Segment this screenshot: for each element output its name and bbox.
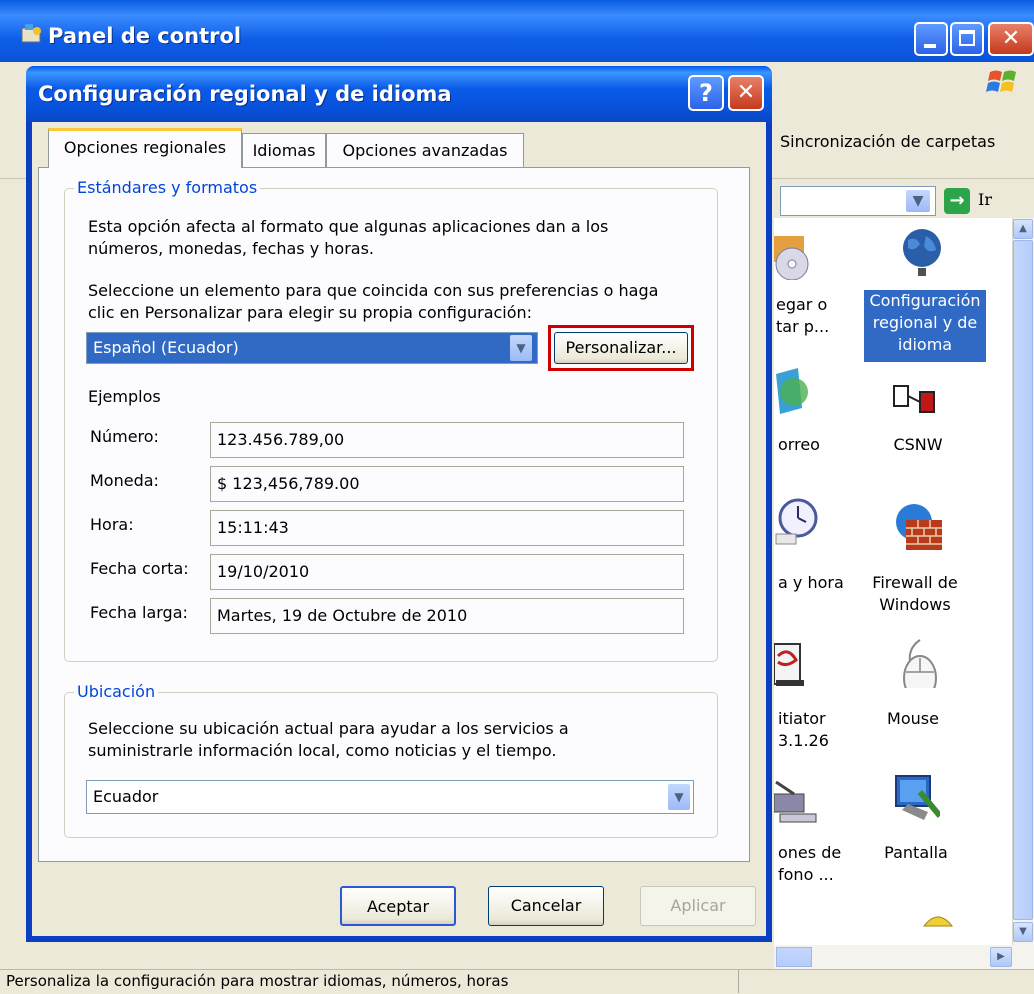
example-value-time: 15:11:43 — [210, 510, 684, 546]
dialog-title: Configuración regional y de idioma — [38, 82, 452, 106]
select-instructions: Seleccione un elemento para que coincida… — [88, 280, 712, 324]
horizontal-scrollbar-thumb[interactable] — [776, 947, 812, 967]
cp-item-label[interactable]: Firewall de Windows — [870, 572, 960, 616]
dialog-close-button[interactable]: ✕ — [728, 75, 764, 111]
chevron-down-icon[interactable]: ▼ — [510, 335, 532, 361]
example-value-long-date: Martes, 19 de Octubre de 2010 — [210, 598, 684, 634]
display-icon[interactable] — [890, 772, 940, 822]
go-arrow-icon[interactable]: → — [944, 188, 970, 214]
firewall-icon[interactable] — [892, 500, 942, 550]
example-label-long-date: Fecha larga: — [90, 603, 188, 622]
example-label-short-date: Fecha corta: — [90, 559, 189, 578]
description-line: Esta opción afecta al formato que alguna… — [88, 217, 609, 236]
cp-item-label[interactable]: orreo — [778, 434, 820, 456]
location-select-value: Ecuador — [93, 787, 159, 806]
maximize-icon — [959, 30, 975, 46]
cp-item-label-line: idioma — [897, 335, 953, 354]
scroll-right-button[interactable]: ▶ — [990, 947, 1012, 967]
add-remove-programs-icon[interactable] — [774, 230, 824, 280]
description-line: suministrarle información local, como no… — [88, 741, 557, 760]
example-value-short-date: 19/10/2010 — [210, 554, 684, 590]
scrollbar-thumb[interactable] — [1013, 240, 1033, 920]
globe-icon[interactable] — [898, 226, 948, 276]
network-icon[interactable] — [892, 382, 942, 432]
description-line: números, monedas, fechas y horas. — [88, 239, 374, 258]
tab-advanced-options[interactable]: Opciones avanzadas — [326, 133, 524, 167]
status-text: Personaliza la configuración para mostra… — [6, 972, 509, 990]
close-icon: ✕ — [1001, 26, 1021, 51]
go-button-label[interactable]: Ir — [978, 190, 992, 209]
mouse-icon[interactable] — [898, 638, 948, 688]
example-value-number: 123.456.789,00 — [210, 422, 684, 458]
cancel-button[interactable]: Cancelar — [488, 886, 604, 926]
cp-item-region-label[interactable]: Configuración regional y de idioma — [864, 290, 986, 362]
cp-item-label[interactable]: egar o tar p... — [776, 294, 846, 338]
standards-description: Esta opción afecta al formato que alguna… — [88, 216, 708, 260]
cp-item-label[interactable]: ones de fono ... — [778, 842, 841, 886]
cp-item-label[interactable]: a y hora — [778, 572, 844, 594]
help-button[interactable]: ? — [688, 75, 724, 111]
cp-item-label-line: Configuración — [869, 291, 981, 310]
minimize-icon — [924, 44, 936, 48]
mail-icon[interactable] — [776, 368, 826, 418]
cp-item-label-line: fono ... — [778, 865, 834, 884]
tab-regional-options[interactable]: Opciones regionales — [48, 128, 242, 168]
status-separator — [738, 970, 739, 993]
cp-item-label-line: ones de — [778, 843, 842, 862]
locale-select[interactable]: Español (Ecuador) — [86, 332, 538, 364]
customize-button[interactable]: Personalizar... — [554, 332, 688, 364]
cp-item-label[interactable]: Pantalla — [876, 842, 956, 864]
location-group-label: Ubicación — [74, 682, 159, 701]
clock-icon[interactable] — [774, 498, 824, 548]
tab-languages[interactable]: Idiomas — [242, 133, 326, 167]
cp-item-label[interactable]: itiator 3.1.26 — [778, 708, 829, 752]
windows-logo-icon — [986, 70, 1016, 92]
cp-item-label[interactable]: CSNW — [888, 434, 948, 456]
apply-button[interactable]: Aplicar — [640, 886, 756, 926]
location-description: Seleccione su ubicación actual para ayud… — [88, 718, 708, 762]
description-line: Seleccione su ubicación actual para ayud… — [88, 719, 569, 738]
examples-label: Ejemplos — [88, 387, 161, 406]
close-button[interactable]: ✕ — [988, 22, 1034, 56]
iscsi-icon[interactable] — [774, 636, 824, 686]
cp-item-label-line: tar p... — [776, 317, 830, 336]
phone-icon[interactable] — [774, 774, 824, 824]
partial-item-icon — [922, 916, 954, 927]
close-icon: ✕ — [736, 80, 756, 105]
control-panel-icon — [21, 24, 41, 43]
example-label-currency: Moneda: — [90, 471, 159, 490]
maximize-button[interactable] — [950, 22, 984, 56]
example-label-number: Número: — [90, 427, 159, 446]
scroll-up-button[interactable]: ▲ — [1013, 219, 1033, 239]
example-label-time: Hora: — [90, 515, 134, 534]
example-value-currency: $ 123,456,789.00 — [210, 466, 684, 502]
minimize-button[interactable] — [914, 22, 948, 56]
chevron-down-icon[interactable]: ▼ — [906, 190, 930, 212]
cp-item-label-line: itiator — [778, 709, 826, 728]
folder-sync-button[interactable]: Sincronización de carpetas — [780, 132, 995, 151]
ok-button[interactable]: Aceptar — [340, 886, 456, 926]
locale-select-value: Español (Ecuador) — [93, 338, 239, 357]
location-groupbox — [64, 692, 718, 838]
instruction-line: clic en Personalizar para elegir su prop… — [88, 303, 533, 322]
chevron-down-icon[interactable]: ▼ — [668, 784, 690, 810]
cp-item-label-line: Firewall de — [872, 573, 958, 592]
cp-item-label-line: regional y de — [872, 313, 978, 332]
location-select[interactable]: Ecuador — [86, 780, 694, 814]
cp-item-label-line: egar o — [776, 295, 828, 314]
control-panel-title: Panel de control — [48, 24, 242, 48]
help-icon: ? — [699, 79, 713, 107]
cp-item-label[interactable]: Mouse — [878, 708, 948, 730]
cp-item-label-line: 3.1.26 — [778, 731, 829, 750]
cp-item-label-line: Windows — [879, 595, 951, 614]
standards-group-label: Estándares y formatos — [74, 178, 261, 197]
instruction-line: Seleccione un elemento para que coincida… — [88, 281, 659, 300]
scroll-down-button[interactable]: ▼ — [1013, 922, 1033, 942]
